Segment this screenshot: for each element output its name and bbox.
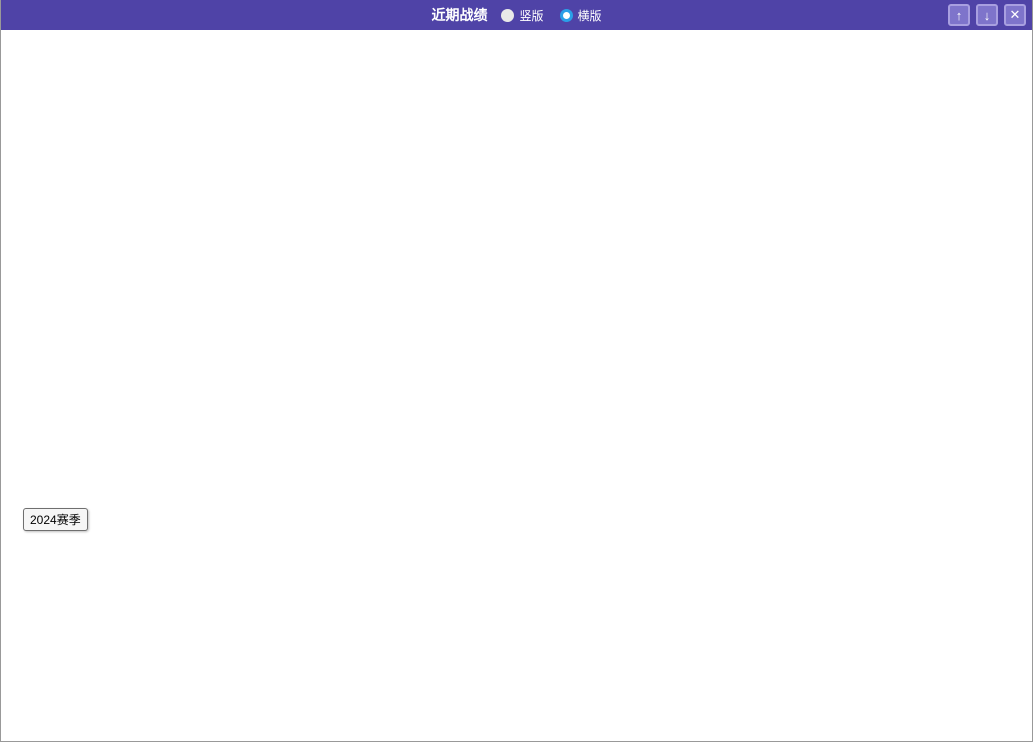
down-button[interactable]: ↓ <box>976 4 998 26</box>
up-button[interactable]: ↑ <box>948 4 970 26</box>
up-icon: ↑ <box>956 8 963 23</box>
layout-radio-horizontal[interactable]: 横版 <box>560 7 602 24</box>
radio-icon <box>501 9 514 22</box>
window-buttons: ↑ ↓ ✕ <box>948 4 1026 26</box>
titlebar: 近期战绩 竖版 横版 ↑ ↓ ✕ <box>1 0 1032 30</box>
recent-results-window: 近期战绩 竖版 横版 ↑ ↓ ✕ 2024赛季 <box>0 0 1033 742</box>
close-button[interactable]: ✕ <box>1004 4 1026 26</box>
radio-label: 竖版 <box>519 7 543 24</box>
radio-label: 横版 <box>578 7 602 24</box>
down-icon: ↓ <box>984 8 991 23</box>
layout-radio-vertical[interactable]: 竖版 <box>501 7 543 24</box>
window-title: 近期战绩 <box>431 5 487 25</box>
layout-radio-group: 竖版 横版 <box>501 7 601 24</box>
season-tooltip: 2024赛季 <box>23 508 88 531</box>
close-icon: ✕ <box>1010 7 1021 23</box>
radio-icon <box>560 9 573 22</box>
